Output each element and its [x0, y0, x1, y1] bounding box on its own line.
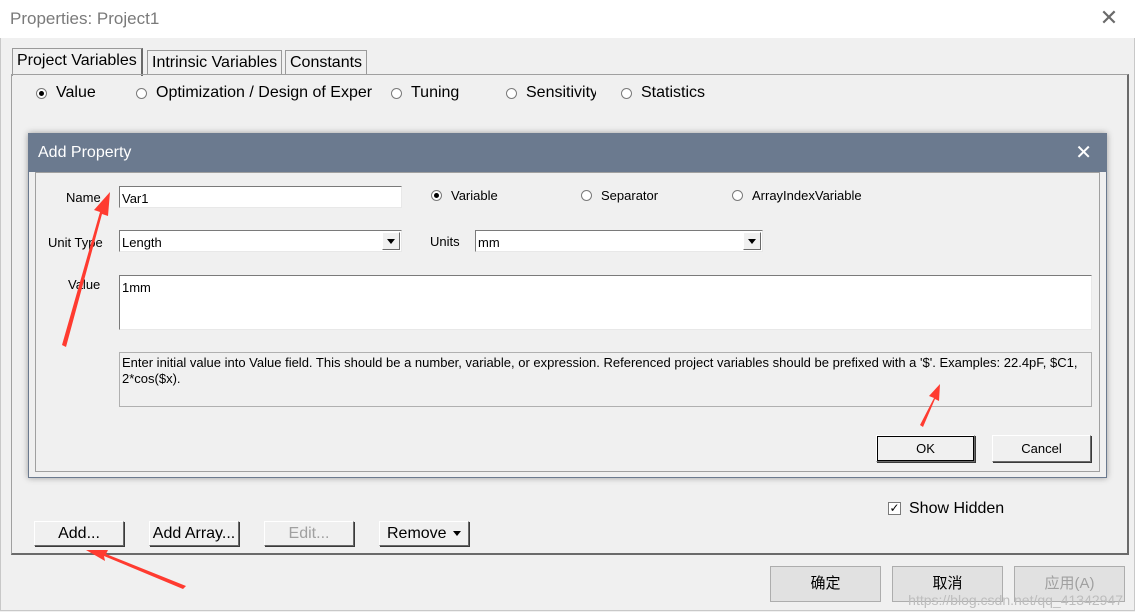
radio-label: Statistics — [641, 84, 706, 101]
cancel-button[interactable]: Cancel — [992, 435, 1091, 462]
radio-dot — [391, 87, 402, 99]
radio-label: Value — [56, 84, 96, 101]
unit-type-label: Unit Type — [48, 235, 103, 250]
remove-label: Remove — [387, 525, 447, 542]
hint-text: Enter initial value into Value field. Th… — [119, 352, 1092, 407]
name-label: Name — [66, 190, 101, 205]
dialog-body: Name Var1 Variable Separator ArrayIndexV… — [35, 172, 1100, 472]
radio-label: Optimization / Design of Exper — [156, 84, 373, 101]
chevron-down-icon[interactable] — [743, 232, 761, 250]
dropdown-arrow-icon — [453, 531, 461, 536]
units-value: mm — [478, 235, 500, 250]
radio-tuning[interactable]: Tuning — [391, 84, 459, 102]
radio-label: Sensitivity — [526, 84, 596, 101]
close-icon[interactable]: ✕ — [1075, 141, 1092, 165]
watermark: https://blog.csdn.net/qq_41342947 — [908, 592, 1123, 608]
radio-statistics[interactable]: Statistics — [621, 84, 705, 102]
tab-intrinsic-variables[interactable]: Intrinsic Variables — [147, 50, 283, 75]
radio-label: Separator — [601, 188, 659, 203]
value-label: Value — [68, 277, 101, 292]
window-titlebar: Properties: Project1 ✕ — [0, 0, 1135, 38]
unit-type-value: Length — [122, 235, 162, 250]
show-hidden-label: Show Hidden — [909, 500, 1005, 517]
radio-optimization[interactable]: Optimization / Design of Exper — [136, 84, 380, 102]
radio-variable[interactable]: Variable — [431, 188, 498, 203]
tab-project-variables[interactable]: Project Variables — [12, 48, 143, 76]
tab-constants[interactable]: Constants — [285, 50, 368, 75]
radio-label: ArrayIndexVariable — [752, 188, 862, 203]
remove-button[interactable]: Remove — [379, 521, 469, 546]
close-icon[interactable]: ✕ — [1097, 6, 1121, 30]
name-field[interactable]: Var1 — [119, 186, 402, 208]
dialog-titlebar: Add Property ✕ — [29, 134, 1106, 172]
radio-dot — [732, 190, 743, 201]
chevron-down-icon[interactable] — [382, 232, 400, 250]
unit-type-select[interactable]: Length — [119, 230, 402, 252]
dialog-title: Add Property — [38, 144, 132, 161]
radio-dot — [431, 190, 442, 201]
add-array-button[interactable]: Add Array... — [149, 521, 239, 546]
radio-label: Tuning — [411, 84, 460, 101]
units-select[interactable]: mm — [475, 230, 763, 252]
edit-button[interactable]: Edit... — [264, 521, 354, 546]
radio-dot — [506, 87, 517, 99]
show-hidden-checkbox[interactable]: ✓ — [888, 502, 901, 515]
units-label: Units — [430, 234, 460, 249]
radio-dot — [136, 87, 147, 99]
radio-dot — [621, 87, 632, 99]
radio-value[interactable]: Value — [36, 84, 96, 102]
add-property-dialog: Add Property ✕ Name Var1 Variable Separa… — [28, 133, 1107, 478]
radio-dot — [581, 190, 592, 201]
window-title: Properties: Project1 — [10, 9, 160, 28]
value-field[interactable]: 1mm — [119, 275, 1092, 330]
radio-array-index-variable[interactable]: ArrayIndexVariable — [732, 188, 862, 203]
radio-separator[interactable]: Separator — [581, 188, 658, 203]
radio-dot — [36, 87, 47, 99]
radio-label: Variable — [451, 188, 498, 203]
add-button[interactable]: Add... — [34, 521, 124, 546]
radio-sensitivity[interactable]: Sensitivity — [506, 84, 596, 102]
ok-button[interactable]: OK — [876, 435, 975, 462]
ok-footer-button[interactable]: 确定 — [770, 566, 881, 602]
